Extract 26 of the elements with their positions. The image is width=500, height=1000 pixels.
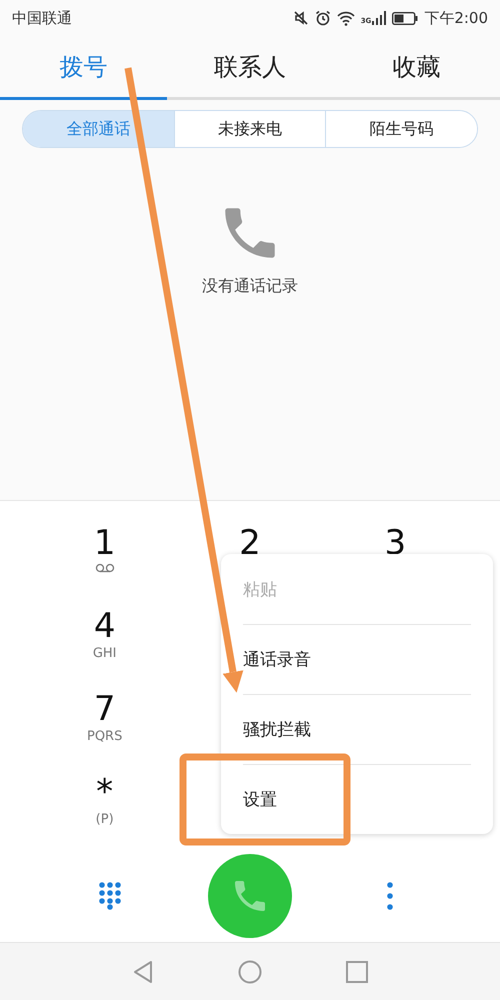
- signal-icon: [372, 11, 386, 25]
- alarm-icon: [314, 10, 331, 26]
- menu-item[interactable]: 通话录音: [243, 648, 311, 671]
- dialpad-icon[interactable]: [99, 882, 121, 910]
- filter-segment[interactable]: 未接来电: [174, 111, 326, 147]
- dial-key[interactable]: 4 GHI: [32, 606, 178, 680]
- back-icon[interactable]: [132, 960, 154, 984]
- battery-icon: [392, 12, 418, 24]
- recents-icon[interactable]: [346, 960, 368, 982]
- tab[interactable]: 拨号: [0, 36, 167, 100]
- tab[interactable]: 收藏: [333, 36, 500, 100]
- dial-key[interactable]: * (P): [32, 772, 178, 846]
- home-icon[interactable]: [238, 960, 262, 984]
- dial-key[interactable]: 7 PQRS: [32, 689, 178, 763]
- clock-time: 下午2:00: [424, 8, 488, 28]
- mute-icon: [292, 10, 309, 26]
- empty-message: 没有通话记录: [202, 276, 298, 297]
- filter-segment[interactable]: 陌生号码: [325, 111, 477, 147]
- carrier-name: 中国联通: [12, 8, 72, 28]
- menu-item[interactable]: 骚扰拦截: [243, 718, 311, 741]
- more-icon[interactable]: [387, 882, 393, 910]
- wifi-icon: [336, 10, 355, 26]
- voicemail-icon: [94, 563, 115, 573]
- menu-item[interactable]: 设置: [243, 788, 277, 811]
- dial-key[interactable]: 1: [32, 523, 178, 597]
- tab[interactable]: 联系人: [166, 36, 334, 100]
